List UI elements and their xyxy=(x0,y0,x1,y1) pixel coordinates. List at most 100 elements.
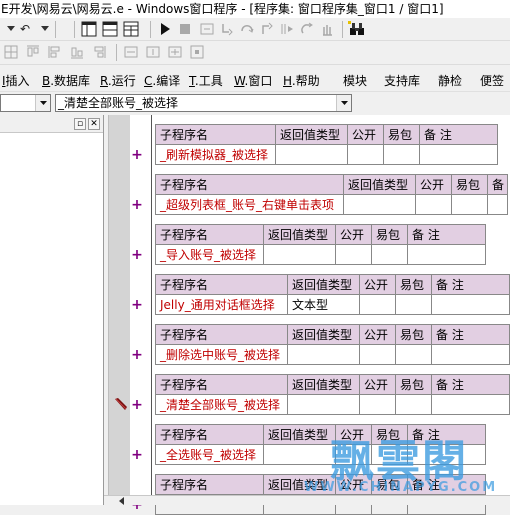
menu-run[interactable]: R.运行 xyxy=(100,72,136,89)
menu-database[interactable]: B.数据库 xyxy=(42,72,90,89)
header-name: 子程序名 xyxy=(155,474,264,495)
same-size-icon[interactable] xyxy=(166,43,184,61)
chevron-down-icon[interactable] xyxy=(336,95,351,111)
note-cell[interactable] xyxy=(487,194,508,215)
subroutine-name[interactable]: _导入账号_被选择 xyxy=(155,244,264,265)
binoculars-icon[interactable] xyxy=(348,20,366,38)
subroutine-name[interactable]: _全选账号_被选择 xyxy=(155,444,264,465)
return-type[interactable] xyxy=(343,194,416,215)
header-note: 备 注 xyxy=(407,474,486,495)
note-cell[interactable] xyxy=(407,244,486,265)
menu-insert[interactable]: I插入 xyxy=(2,72,30,89)
return-type[interactable]: 文本型 xyxy=(287,294,360,315)
debug-step-icon[interactable] xyxy=(198,20,216,38)
align-grid-icon[interactable] xyxy=(2,43,20,61)
easy-cell[interactable] xyxy=(371,244,408,265)
header-public: 公开 xyxy=(335,424,372,445)
horizontal-scrollbar[interactable] xyxy=(104,495,510,505)
align-left-icon[interactable] xyxy=(46,43,64,61)
stop-icon[interactable] xyxy=(176,20,194,38)
selector-row: _清楚全部账号_被选择 xyxy=(0,93,510,113)
align-top-icon[interactable] xyxy=(24,43,42,61)
same-width-icon[interactable] xyxy=(122,43,140,61)
expand-plus-icon[interactable]: + xyxy=(131,148,143,162)
header-name: 子程序名 xyxy=(155,224,264,245)
menu-notes[interactable]: 便签 xyxy=(480,72,504,89)
public-cell[interactable] xyxy=(359,294,396,315)
return-type[interactable] xyxy=(275,144,348,165)
public-cell[interactable] xyxy=(359,344,396,365)
easy-cell[interactable] xyxy=(371,444,408,465)
left-panel: ▫ ✕ xyxy=(0,115,104,505)
menu-static-check[interactable]: 静检 xyxy=(438,72,462,89)
window-layout-icon[interactable] xyxy=(80,20,98,38)
expand-plus-icon[interactable]: + xyxy=(131,448,143,462)
menu-window[interactable]: W.窗口 xyxy=(234,72,272,89)
public-cell[interactable] xyxy=(335,244,372,265)
easy-cell[interactable] xyxy=(395,294,432,315)
easy-cell[interactable] xyxy=(395,394,432,415)
window-tiles-icon[interactable] xyxy=(122,20,140,38)
menu-module[interactable]: 模块 xyxy=(343,72,367,89)
expand-plus-icon[interactable]: + xyxy=(131,398,143,412)
easy-cell[interactable] xyxy=(451,194,488,215)
expand-plus-icon[interactable]: + xyxy=(131,348,143,362)
step-out-icon[interactable] xyxy=(258,20,276,38)
subroutine-selector[interactable]: _清楚全部账号_被选择 xyxy=(55,94,352,112)
menu-support-library[interactable]: 支持库 xyxy=(384,72,420,89)
subroutine-name[interactable]: Jelly_通用对话框选择 xyxy=(155,294,288,315)
left-selector[interactable] xyxy=(0,94,51,112)
public-cell[interactable] xyxy=(335,444,372,465)
header-note: 备 注 xyxy=(407,224,486,245)
expand-plus-icon[interactable]: + xyxy=(131,298,143,312)
subroutine-name[interactable]: _超级列表框_账号_右键单击表项 xyxy=(155,194,344,215)
run-to-cursor-icon[interactable] xyxy=(278,20,296,38)
subroutine-name[interactable]: _刷新模拟器_被选择 xyxy=(155,144,276,165)
return-type[interactable] xyxy=(263,244,336,265)
step-over-icon[interactable] xyxy=(238,20,256,38)
expand-plus-icon[interactable]: + xyxy=(131,198,143,212)
menu-tools[interactable]: T.工具 xyxy=(189,72,223,89)
subroutine-name[interactable]: _删除选中账号_被选择 xyxy=(155,344,288,365)
window-split-icon[interactable] xyxy=(101,20,119,38)
note-cell[interactable] xyxy=(431,294,510,315)
note-cell[interactable] xyxy=(407,444,486,465)
hand-icon[interactable] xyxy=(318,20,336,38)
window-title: E开发\网易云\网易云.e - Windows窗口程序 - [程序集: 窗口程序… xyxy=(0,0,510,18)
step-into-icon[interactable] xyxy=(218,20,236,38)
return-type[interactable] xyxy=(263,444,336,465)
menu-compile[interactable]: C.编译 xyxy=(144,72,180,89)
expand-plus-icon[interactable]: + xyxy=(131,248,143,262)
header-name: 子程序名 xyxy=(155,124,276,145)
center-icon[interactable] xyxy=(188,43,206,61)
breakpoint-marker-icon[interactable] xyxy=(114,397,128,414)
header-note: 备 注 xyxy=(431,324,510,345)
menu-help[interactable]: H.帮助 xyxy=(283,72,320,89)
public-cell[interactable] xyxy=(347,144,384,165)
return-type[interactable] xyxy=(287,344,360,365)
same-height-icon[interactable] xyxy=(144,43,162,61)
align-bottom-icon[interactable] xyxy=(68,43,86,61)
toolbar-separator xyxy=(74,21,75,38)
loop-icon[interactable] xyxy=(298,20,316,38)
restore-button[interactable]: ▫ xyxy=(74,118,86,130)
dropdown-arrow-icon[interactable] xyxy=(36,20,54,38)
note-cell[interactable] xyxy=(419,144,498,165)
close-button[interactable]: ✕ xyxy=(88,118,100,130)
easy-cell[interactable] xyxy=(383,144,420,165)
public-cell[interactable] xyxy=(415,194,452,215)
return-type[interactable] xyxy=(287,394,360,415)
chevron-down-icon[interactable] xyxy=(35,95,50,111)
header-name: 子程序名 xyxy=(155,374,288,395)
header-ret: 返回值类型 xyxy=(263,224,336,245)
align-right-icon[interactable] xyxy=(90,43,108,61)
note-cell[interactable] xyxy=(431,394,510,415)
header-public: 公开 xyxy=(335,474,372,495)
subroutine-name[interactable]: _清楚全部账号_被选择 xyxy=(155,394,288,415)
run-icon[interactable] xyxy=(156,20,174,38)
note-cell[interactable] xyxy=(431,344,510,365)
easy-cell[interactable] xyxy=(395,344,432,365)
public-cell[interactable] xyxy=(359,394,396,415)
toolbar-separator xyxy=(150,21,151,38)
undo-button[interactable]: ↶ xyxy=(16,20,34,38)
